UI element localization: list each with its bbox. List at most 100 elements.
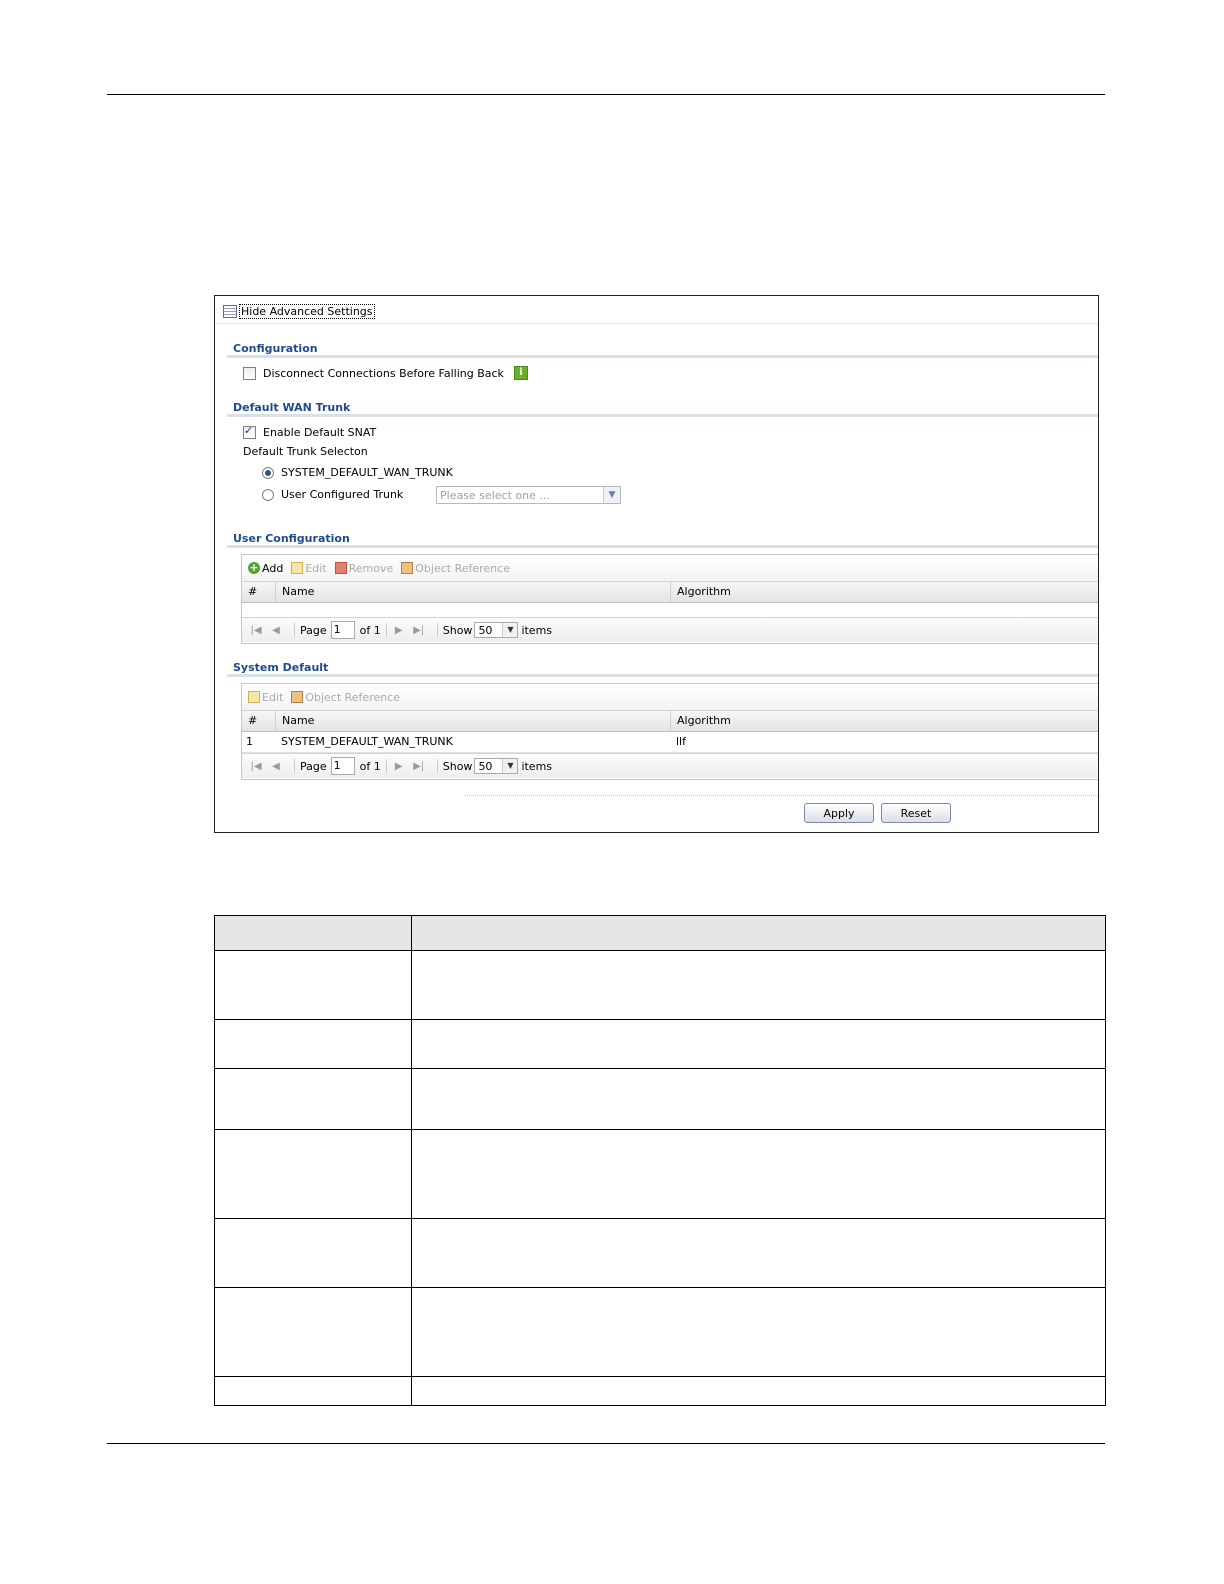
edit-icon (291, 562, 304, 574)
reset-button[interactable]: Reset (881, 803, 951, 823)
system-trunk-option[interactable]: SYSTEM_DEFAULT_WAN_TRUNK (262, 466, 453, 479)
trunk-settings-screenshot: Hide Advanced Settings Configuration Dis… (214, 295, 1099, 833)
user-config-toolbar: + Add Edit Remove Object Reference (242, 555, 1098, 582)
user-trunk-option[interactable]: User Configured Trunk (262, 488, 403, 501)
page-size-select[interactable]: 50 ▼ (474, 758, 519, 774)
description-table (214, 915, 1106, 1406)
system-default-toolbar: Edit Object Reference (242, 684, 1098, 711)
info-icon[interactable]: i (513, 366, 528, 380)
col-name[interactable]: Name (275, 711, 670, 731)
first-page-icon[interactable]: |◀ (249, 761, 263, 772)
prev-page-icon[interactable]: ◀ (269, 625, 283, 636)
edit-button[interactable]: Edit (248, 691, 283, 704)
pager-divider (385, 759, 387, 773)
enable-snat-row: Enable Default SNAT (243, 424, 377, 439)
object-reference-button[interactable]: Object Reference (291, 691, 400, 704)
show-label: Show (442, 623, 473, 637)
description-cell (411, 1068, 1106, 1130)
configuration-bar (227, 355, 1098, 358)
user-configuration-title: User Configuration (233, 532, 350, 545)
edit-label: Edit (262, 690, 284, 704)
description-cell (411, 1129, 1106, 1219)
enable-snat-checkbox[interactable] (243, 424, 256, 439)
remove-icon (334, 562, 347, 574)
chevron-down-icon: ▼ (603, 487, 620, 503)
user-trunk-radio[interactable] (262, 488, 274, 501)
object-reference-label: Object Reference (305, 690, 401, 704)
description-cell (411, 1376, 1106, 1406)
chevron-down-icon: ▼ (502, 623, 518, 637)
page-size-value: 50 (478, 760, 493, 773)
edit-label: Edit (305, 561, 327, 575)
col-number[interactable]: # (242, 711, 275, 731)
table-row (214, 1376, 1106, 1406)
label-cell (214, 1129, 412, 1219)
hide-advanced-settings-toggle[interactable]: Hide Advanced Settings (223, 303, 375, 319)
col-name[interactable]: Name (275, 582, 670, 602)
system-default-grid: Edit Object Reference # Name Algorithm 1… (241, 683, 1098, 780)
system-trunk-label: SYSTEM_DEFAULT_WAN_TRUNK (281, 466, 453, 479)
user-trunk-label: User Configured Trunk (281, 488, 404, 501)
last-page-icon[interactable]: ▶| (412, 761, 426, 772)
edit-icon (248, 691, 260, 703)
description-cell (411, 1019, 1106, 1069)
show-label: Show (442, 759, 473, 773)
table-row (214, 1218, 1106, 1288)
trunk-select-placeholder: Please select one ... (440, 489, 550, 502)
col-number[interactable]: # (242, 582, 275, 602)
user-configuration-bar (227, 545, 1098, 548)
trunk-select[interactable]: Please select one ... ▼ (436, 486, 621, 504)
disconnect-checkbox[interactable] (243, 366, 256, 380)
table-row (214, 1068, 1106, 1130)
remove-button[interactable]: Remove (334, 561, 394, 575)
object-reference-button[interactable]: Object Reference (401, 562, 510, 575)
disconnect-label: Disconnect Connections Before Falling Ba… (263, 366, 504, 380)
edit-button[interactable]: Edit (291, 561, 327, 575)
enable-snat-label: Enable Default SNAT (263, 426, 377, 439)
user-config-pager: |◀ ◀ Page 1 of 1 ▶ ▶| Show 50 ▼ items (242, 617, 1098, 642)
page-count: of 1 (359, 759, 381, 773)
row-algorithm: llf (676, 735, 686, 748)
hide-advanced-settings-label: Hide Advanced Settings (239, 303, 375, 319)
next-page-icon[interactable]: ▶ (392, 625, 406, 636)
items-label: items (521, 623, 553, 637)
table-header-row (214, 915, 1106, 951)
page-input[interactable]: 1 (330, 757, 355, 775)
col-algorithm[interactable]: Algorithm (670, 582, 1098, 602)
table-row[interactable]: 1 SYSTEM_DEFAULT_WAN_TRUNK llf (242, 732, 1098, 753)
row-number: 1 (246, 735, 253, 748)
label-cell (214, 1287, 412, 1377)
label-cell (214, 1218, 412, 1288)
description-cell (411, 950, 1106, 1020)
system-default-header: # Name Algorithm (242, 711, 1098, 732)
header-cell-label (214, 915, 412, 951)
page-label: Page (300, 623, 327, 637)
page-size-select[interactable]: 50 ▼ (474, 622, 519, 638)
user-config-header: # Name Algorithm (242, 582, 1098, 603)
object-reference-icon (401, 562, 414, 574)
add-button[interactable]: + Add (248, 562, 283, 575)
object-reference-icon (291, 691, 304, 703)
header-rule (107, 94, 1105, 95)
prev-page-icon[interactable]: ◀ (269, 761, 283, 772)
table-row (214, 1129, 1106, 1219)
header-cell-description (411, 915, 1106, 951)
col-algorithm[interactable]: Algorithm (670, 711, 1098, 731)
description-cell (411, 1287, 1106, 1377)
page-input[interactable]: 1 (330, 621, 355, 639)
chevron-down-icon: ▼ (502, 759, 518, 773)
button-divider (465, 795, 1098, 796)
table-row (214, 1019, 1106, 1069)
label-cell (214, 1019, 412, 1069)
remove-label: Remove (348, 561, 394, 575)
next-page-icon[interactable]: ▶ (392, 761, 406, 772)
label-cell (214, 950, 412, 1020)
first-page-icon[interactable]: |◀ (249, 625, 263, 636)
apply-button[interactable]: Apply (804, 803, 874, 823)
default-wan-trunk-bar (227, 414, 1098, 417)
pager-divider (385, 623, 387, 637)
page-count: of 1 (359, 623, 381, 637)
configuration-title: Configuration (233, 342, 318, 355)
last-page-icon[interactable]: ▶| (412, 625, 426, 636)
system-trunk-radio[interactable] (262, 466, 274, 479)
